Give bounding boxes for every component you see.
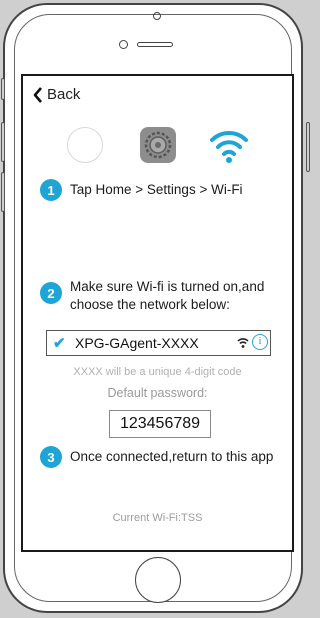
wifi-signal-icon	[237, 338, 249, 348]
step-2-text-line2: choose the network below:	[70, 297, 230, 312]
default-password-label: Default password:	[107, 386, 208, 400]
step-2-text-line1: Make sure Wi-fi is turned on,and	[70, 279, 265, 294]
app-screen: Back 1 Tap Home > Settings > Wi-Fi 2 Mak…	[21, 74, 294, 552]
step-2: 2 Make sure Wi-fi is turned on,and choos…	[40, 276, 264, 314]
chevron-left-icon	[33, 86, 42, 103]
step-2-text: Make sure Wi-fi is turned on,and choose …	[70, 276, 264, 314]
network-row[interactable]: ✔ XPG-GAgent-XXXX i	[46, 330, 271, 356]
home-circle-icon	[67, 127, 103, 163]
back-button[interactable]: Back	[33, 86, 80, 103]
step-2-badge: 2	[40, 282, 62, 304]
info-icon[interactable]: i	[252, 334, 268, 350]
top-sensor	[153, 12, 161, 20]
unique-code-hint: XXXX will be a unique 4-digit code	[73, 366, 242, 378]
volume-down-button	[1, 172, 5, 212]
step-3-badge: 3	[40, 446, 62, 468]
network-name: XPG-GAgent-XXXX	[75, 335, 199, 351]
step-1-text: Tap Home > Settings > Wi-Fi	[70, 182, 243, 197]
current-wifi-status: Current Wi-Fi:TSS	[112, 512, 203, 524]
default-password-value: 123456789	[109, 410, 211, 438]
settings-gear-icon	[140, 127, 176, 163]
step-3: 3 Once connected,return to this app	[40, 446, 273, 468]
wifi-icon	[210, 130, 248, 163]
power-button	[306, 122, 310, 172]
home-button[interactable]	[135, 557, 181, 603]
volume-up-button	[1, 122, 5, 162]
front-camera	[119, 40, 128, 49]
step-3-text: Once connected,return to this app	[70, 449, 274, 464]
checkmark-icon: ✔	[53, 335, 66, 352]
earpiece-speaker	[137, 42, 173, 47]
step-1-badge: 1	[40, 179, 62, 201]
instruction-icons	[23, 122, 292, 168]
mute-switch	[1, 78, 5, 100]
step-1: 1 Tap Home > Settings > Wi-Fi	[40, 179, 243, 201]
back-label: Back	[47, 86, 81, 103]
